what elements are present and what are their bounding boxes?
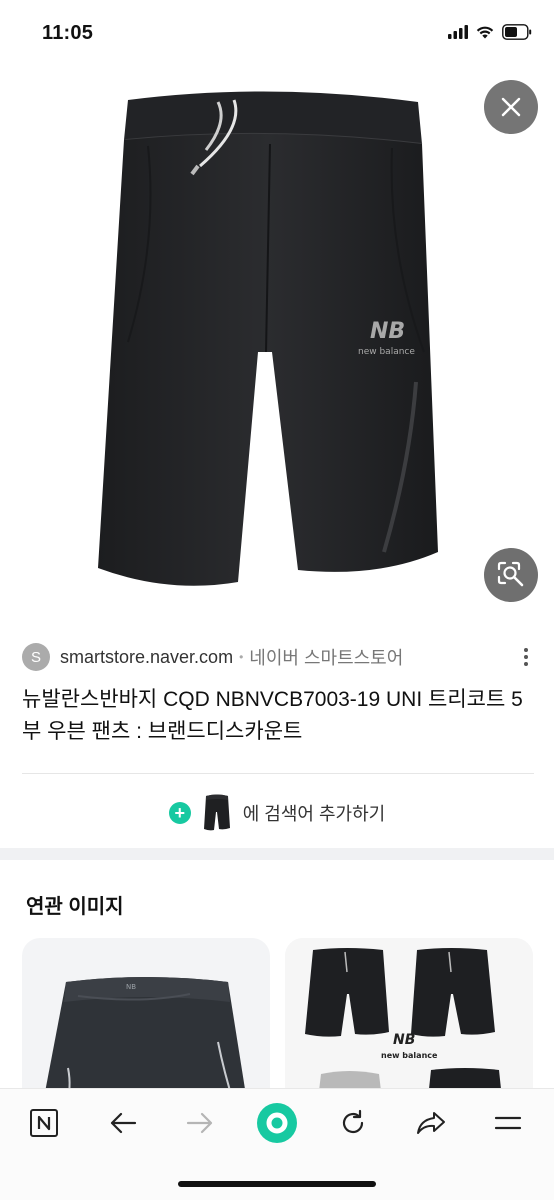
- more-dot: [524, 662, 528, 666]
- add-to-search-button[interactable]: + 에 검색어 추가하기: [0, 790, 554, 836]
- green-home-button[interactable]: [255, 1103, 299, 1143]
- status-bar: 11:05: [0, 0, 554, 66]
- result-domain: smartstore.naver.com: [60, 646, 234, 667]
- result-source[interactable]: S smartstore.naver.com • 네이버 스마트스토어: [22, 643, 534, 671]
- related-brand-mark: NB: [126, 983, 136, 991]
- cellular-signal-icon: [448, 25, 468, 44]
- related-image-card[interactable]: NB: [22, 938, 270, 1108]
- search-thumbnail: [203, 794, 230, 831]
- add-to-search-label: 에 검색어 추가하기: [242, 804, 386, 824]
- forward-arrow-icon: [186, 1112, 213, 1134]
- wifi-icon: [476, 25, 494, 44]
- close-button[interactable]: [484, 80, 538, 134]
- related-images-heading: 연관 이미지: [26, 896, 124, 918]
- close-icon: [501, 97, 521, 117]
- product-image-viewer[interactable]: NB new balance: [0, 66, 554, 618]
- related-image-2: NB new balance: [285, 938, 533, 1108]
- menu-button[interactable]: [486, 1103, 530, 1143]
- result-site-name: 네이버 스마트스토어: [249, 648, 404, 668]
- more-dot: [524, 655, 528, 659]
- result-title-link[interactable]: 뉴발란스반바지 CQD NBNVCB7003-19 UNI 트리코트 5부 우븐…: [22, 684, 534, 748]
- back-button[interactable]: [101, 1103, 145, 1143]
- related-brand-mark: new balance: [381, 1051, 438, 1060]
- home-indicator[interactable]: [178, 1181, 376, 1187]
- menu-icon: [494, 1116, 522, 1130]
- home-green-icon: [257, 1103, 297, 1143]
- image-search-button[interactable]: [484, 548, 538, 602]
- share-button[interactable]: [409, 1103, 453, 1143]
- image-search-icon: [497, 561, 524, 587]
- divider: [22, 773, 534, 774]
- plus-icon: +: [168, 802, 191, 824]
- share-icon: [417, 1112, 445, 1134]
- related-image-1: NB: [42, 977, 248, 1108]
- naver-home-button[interactable]: [22, 1103, 66, 1143]
- separator-dot: •: [239, 650, 244, 664]
- product-image: NB new balance: [98, 91, 438, 586]
- section-gap: [0, 848, 554, 860]
- status-icons: [448, 24, 532, 45]
- more-vertical-icon: [524, 648, 528, 652]
- svg-text:NB: NB: [393, 1032, 415, 1048]
- battery-icon: [502, 24, 532, 45]
- product-brand-mark: new balance: [358, 347, 415, 357]
- related-image-card[interactable]: NB new balance: [285, 938, 533, 1108]
- back-arrow-icon: [110, 1112, 137, 1134]
- bottom-nav: [0, 1103, 554, 1143]
- status-time: 11:05: [42, 22, 94, 44]
- naver-n-icon: [30, 1109, 58, 1137]
- bottom-toolbar: [0, 1088, 554, 1200]
- refresh-icon: [342, 1109, 364, 1134]
- site-favicon: S: [22, 643, 50, 671]
- forward-button[interactable]: [178, 1103, 222, 1143]
- more-options-button[interactable]: [518, 645, 534, 669]
- svg-text:NB: NB: [370, 319, 405, 344]
- refresh-button[interactable]: [331, 1103, 375, 1143]
